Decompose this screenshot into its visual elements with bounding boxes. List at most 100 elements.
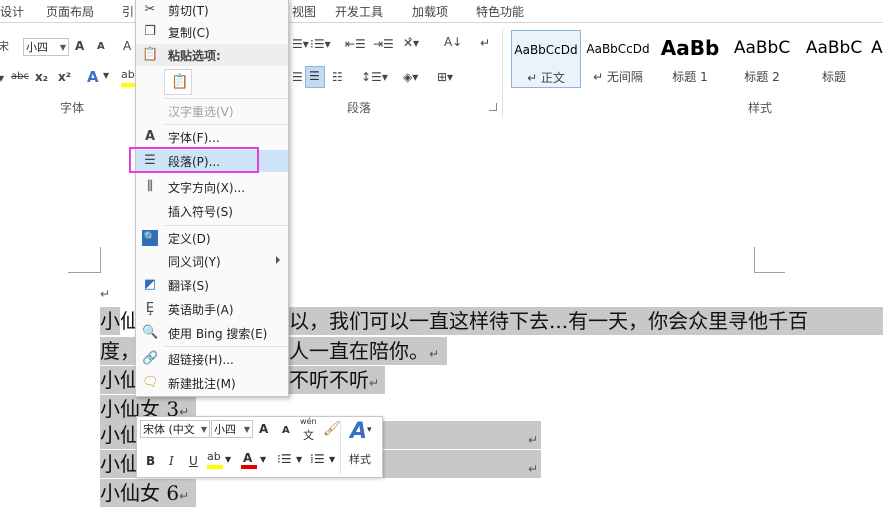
tab-references[interactable]: 引 <box>122 3 134 20</box>
text-effect-dropdown-icon[interactable]: ▼ <box>103 71 109 80</box>
bullets-icon-partial[interactable]: ☰▾ <box>292 37 309 51</box>
font-name-combo-partial[interactable]: 宋 <box>0 38 9 54</box>
text-effect-icon[interactable]: A <box>87 68 99 86</box>
style-title[interactable]: AaBbC 标题 <box>799 30 869 88</box>
style-subtitle-partial[interactable]: A <box>871 30 883 88</box>
mini-highlight-dropdown-icon[interactable]: ▼ <box>225 455 231 464</box>
scissors-icon: ✂ <box>144 2 156 17</box>
menu-item-text-direction[interactable]: ⫼ 文字方向(X)... <box>136 176 288 198</box>
format-painter-icon[interactable]: 🖌 <box>323 421 341 437</box>
mini-numbering-dropdown-icon[interactable]: ▼ <box>329 455 335 464</box>
decrease-indent-icon[interactable]: ⇤☰ <box>345 37 366 51</box>
menu-label: 汉字重选(V) <box>168 105 234 119</box>
style-sample: AaBbCcDd <box>514 43 578 57</box>
style-no-spacing[interactable]: AaBbCcDd ↵ 无间隔 <box>583 30 653 88</box>
menu-label: 剪切(T) <box>168 4 209 18</box>
tab-view[interactable]: 视图 <box>292 3 316 20</box>
tab-design[interactable]: 设计 <box>0 3 24 20</box>
mini-highlight-button[interactable]: ab <box>207 450 221 463</box>
menu-item-new-comment[interactable]: 🗨 新建批注(M) <box>136 372 288 394</box>
tab-page-layout[interactable]: 页面布局 <box>46 3 94 20</box>
tab-special-features[interactable]: 特色功能 <box>476 3 524 20</box>
mini-font-color-dropdown-icon[interactable]: ▼ <box>260 455 266 464</box>
style-name: 标题 <box>821 70 846 84</box>
highlight-icon-partial[interactable]: ab <box>121 68 135 81</box>
menu-item-cut[interactable]: ✂ 剪切(T) <box>136 0 288 21</box>
style-name: 标题 1 <box>672 70 708 84</box>
doc-text: 人一直在陪你。 <box>289 339 429 363</box>
tab-addins[interactable]: 加载项 <box>412 3 448 20</box>
paste-icon: 📋 <box>142 47 159 62</box>
line-spacing-icon[interactable]: ↕☰▾ <box>361 70 388 84</box>
doc-text: 小仙 <box>100 423 140 447</box>
tab-developer[interactable]: 开发工具 <box>335 3 383 20</box>
menu-item-define[interactable]: 🔍 定义(D) <box>136 227 288 249</box>
doc-line-2-start: 度， <box>100 337 140 365</box>
mini-styles-icon[interactable]: A <box>350 419 367 444</box>
mini-bullets-icon[interactable]: ⁝☰ <box>277 452 292 466</box>
menu-label: 插入符号(S) <box>168 205 233 219</box>
menu-item-english-assistant[interactable]: Ȩ 英语助手(A) <box>136 298 288 320</box>
sort-icon[interactable]: A↓ <box>444 35 462 49</box>
mini-font-name-combo[interactable]: 宋体 (中文 ▼ <box>140 420 210 438</box>
style-heading-2[interactable]: AaBbC 标题 2 <box>727 30 797 88</box>
menu-item-hyperlink[interactable]: 🔗 超链接(H)... <box>136 348 288 370</box>
mini-font-color-button[interactable]: A <box>243 451 252 465</box>
menu-item-bing-search[interactable]: 🔍 使用 Bing 搜索(E) <box>136 322 288 344</box>
menu-item-copy[interactable]: ❐ 复制(C) <box>136 21 288 43</box>
paste-keep-text-only-button[interactable]: 📋 <box>164 69 192 95</box>
shrink-font-icon[interactable]: A <box>97 41 105 52</box>
asian-layout-icon[interactable]: ✕̂▾ <box>403 36 419 50</box>
grow-font-icon[interactable]: A <box>75 39 84 53</box>
mini-font-name-value: 宋体 (中文 <box>143 423 195 436</box>
mini-bold-button[interactable]: B <box>146 454 155 468</box>
styles-group-label: 样式 <box>748 101 773 115</box>
mini-styles-label[interactable]: 样式 <box>349 451 371 467</box>
style-sample: AaBb <box>660 36 720 60</box>
mini-bullets-dropdown-icon[interactable]: ▼ <box>296 455 302 464</box>
strikethrough-dropdown-icon[interactable]: ▾ <box>0 71 4 85</box>
mini-numbering-icon[interactable]: ⁞☰ <box>310 452 325 466</box>
justify-button[interactable]: ☰ <box>305 66 325 88</box>
mini-phonetic-guide-icon: 文 <box>303 429 314 442</box>
document-area[interactable]: ↵ 小仙 以，我们可以一直这样待下去...有一天，你会众里寻他千百 度， 人一直… <box>0 119 883 519</box>
paragraph-dialog-launcher-icon[interactable] <box>489 103 497 111</box>
menu-item-insert-symbol[interactable]: 插入符号(S) <box>136 200 288 222</box>
menu-label: 字体(F)... <box>168 131 220 145</box>
doc-line-3-end: 不听不听↵ <box>289 366 385 394</box>
menu-item-synonyms[interactable]: 同义词(Y) <box>136 250 288 272</box>
group-divider <box>502 29 503 117</box>
numbering-icon[interactable]: ⁝☰▾ <box>310 37 331 51</box>
mini-font-size-combo[interactable]: 小四 ▼ <box>211 420 253 438</box>
strikethrough-icon[interactable]: abc <box>11 71 29 82</box>
paragraph-group-label: 段落 <box>347 101 372 115</box>
distributed-icon[interactable]: ☷ <box>332 70 343 84</box>
mini-shrink-font-icon[interactable]: A <box>282 425 290 436</box>
chevron-down-icon: ▼ <box>59 43 66 52</box>
menu-label: 使用 Bing 搜索(E) <box>168 327 268 341</box>
superscript-icon[interactable]: x² <box>58 70 71 84</box>
borders-icon[interactable]: ⊞▾ <box>437 70 453 84</box>
menu-separator <box>164 124 288 125</box>
style-heading-1[interactable]: AaBb 标题 1 <box>655 30 725 88</box>
menu-label: 超链接(H)... <box>168 353 234 367</box>
font-size-combo[interactable]: 小四 ▼ <box>23 38 69 56</box>
menu-label: 定义(D) <box>168 232 211 246</box>
show-marks-icon[interactable]: ↵ <box>480 36 490 50</box>
align-center-icon[interactable]: ☰ <box>292 70 303 84</box>
doc-text: 以，我们可以一直这样待下去...有一天，你会众里寻他千百 <box>289 309 809 333</box>
style-normal[interactable]: AaBbCcDd ↵ 正文 <box>511 30 581 88</box>
font-icon: A <box>144 129 156 144</box>
menu-item-translate[interactable]: ◩ 翻译(S) <box>136 274 288 296</box>
menu-item-font[interactable]: A 字体(F)... <box>136 126 288 148</box>
shading-icon[interactable]: ◈▾ <box>403 70 418 84</box>
mini-italic-button[interactable]: I <box>169 454 174 468</box>
mini-grow-font-icon[interactable]: A <box>259 422 268 436</box>
mini-font-size-value: 小四 <box>214 423 236 436</box>
mini-underline-button[interactable]: U <box>189 454 198 468</box>
mini-phonetic-pinyin[interactable]: wén <box>300 417 317 426</box>
increase-indent-icon[interactable]: ⇥☰ <box>373 37 394 51</box>
mini-styles-dropdown-icon[interactable]: ▾ <box>367 425 372 435</box>
change-case-icon[interactable]: A <box>123 39 131 53</box>
subscript-icon[interactable]: x₂ <box>35 70 48 84</box>
